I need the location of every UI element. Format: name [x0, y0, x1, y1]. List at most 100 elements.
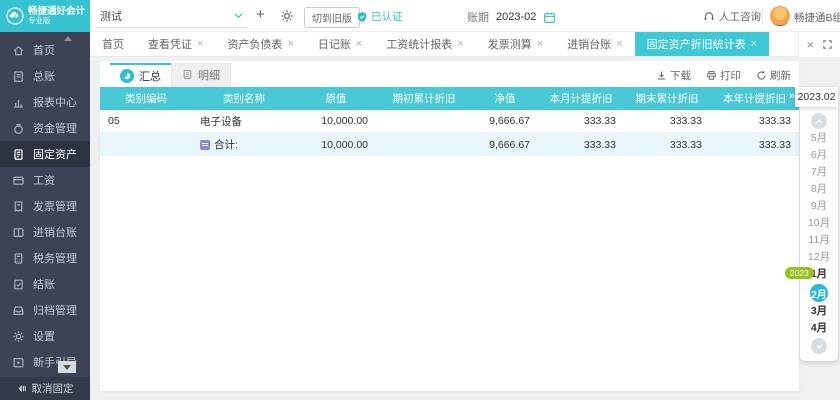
close-icon[interactable]: × [616, 38, 622, 50]
sidebar-item-settings[interactable]: 设置 [0, 323, 90, 349]
col-header[interactable]: 期末累计折旧 [624, 91, 710, 106]
topbar-divider [762, 8, 763, 24]
col-header[interactable]: 本月计提折旧 [538, 91, 624, 106]
refresh-button[interactable]: 刷新 [756, 68, 791, 83]
months-scroll-down-icon[interactable] [811, 338, 827, 354]
table-header: 类别编码 类别名称 原值 期初累计折旧 净值 本月计提折旧 期末累计折旧 本年计… [100, 87, 799, 110]
home-icon [12, 44, 25, 57]
accounting-period[interactable]: 账期 2023-02 [467, 9, 556, 25]
close-icon[interactable]: × [537, 38, 543, 50]
archive-icon [12, 304, 25, 317]
col-header[interactable]: 类别名称 [192, 91, 296, 106]
tab-balance-sheet[interactable]: 资产负债表× [215, 32, 305, 56]
app-logo: 畅捷通好会计 专业版 [0, 0, 90, 32]
tab-journal[interactable]: 日记账× [306, 32, 374, 56]
print-button[interactable]: 打印 [706, 68, 741, 83]
tab-summary[interactable]: 汇总 [110, 63, 171, 87]
sidebar-item-archive[interactable]: 归档管理 [0, 297, 90, 323]
month-item[interactable]: 7月 [811, 164, 827, 181]
months-scroll-up-icon[interactable] [811, 113, 827, 129]
close-icon[interactable]: × [197, 38, 203, 50]
close-icon[interactable]: × [356, 38, 362, 50]
tab-depreciation-report[interactable]: 固定资产折旧统计表× [635, 32, 769, 56]
topbar: 畅捷通好会计 专业版 测试 + 切到旧版 已认证 账期 2023-02 人工咨询… [0, 0, 840, 32]
invoice-icon [12, 200, 25, 213]
sidebar-scroll-down-icon[interactable] [58, 361, 76, 373]
report-card: 汇总 明细 下载 打印 刷新 类别编码 类别名称 [100, 61, 799, 391]
main-content: 汇总 明细 下载 打印 刷新 类别编码 类别名称 [90, 57, 840, 400]
switch-old-version-button[interactable]: 切到旧版 [304, 7, 360, 28]
tab-invoice-calc[interactable]: 发票测算× [476, 32, 555, 56]
user-avatar[interactable] [770, 6, 790, 26]
gear-icon[interactable] [280, 9, 294, 28]
month-item[interactable]: 8月 [811, 181, 827, 198]
user-name[interactable]: 畅捷通B组... [794, 10, 840, 25]
table-row[interactable]: 05 电子设备 10,000.00 9,666.67 333.33 333.33… [100, 110, 799, 133]
report-toolbar: 下载 打印 刷新 [656, 68, 791, 83]
sidebar-item-beginner-guide[interactable]: 新手引导 [0, 349, 90, 375]
download-button[interactable]: 下载 [656, 68, 691, 83]
sidebar-item-closing[interactable]: 结账 [0, 271, 90, 297]
close-icon[interactable]: × [457, 38, 463, 50]
unpin-sidebar-button[interactable]: 取消固定 [0, 377, 90, 400]
sidebar: 首页 总账 报表中心 资金管理 固定资产 工资 发票管理 进销台账 [0, 32, 90, 377]
download-icon [656, 70, 667, 81]
table-total-row: 合计: 10,000.00 9,666.67 333.33 333.33 333… [100, 133, 799, 156]
tab-view-voucher[interactable]: 查看凭证× [136, 32, 215, 56]
close-icon[interactable]: × [287, 38, 293, 50]
col-header[interactable]: 本年计提折旧 [710, 91, 799, 106]
month-item[interactable]: 10月 [808, 215, 830, 232]
month-picker-rail: 5月 6月 7月 8月 9月 10月 11月 12月 2023 1月 2月 3月… [800, 107, 838, 361]
certified-badge[interactable]: 已认证 [356, 9, 403, 24]
certified-label: 已认证 [371, 9, 403, 24]
tab-detail[interactable]: 明细 [171, 63, 231, 87]
account-name: 测试 [100, 8, 122, 24]
live-support[interactable]: 人工咨询 [703, 9, 761, 24]
sidebar-item-home[interactable]: 首页 [0, 37, 90, 63]
refresh-icon [756, 70, 767, 81]
close-icon[interactable]: × [751, 38, 757, 50]
tab-purchase-sales[interactable]: 进销台账× [555, 32, 634, 56]
current-period-box[interactable]: 2023.02 [795, 87, 838, 107]
unpin-icon [17, 383, 28, 394]
chevron-down-icon [233, 10, 244, 21]
tax-icon [12, 252, 25, 265]
support-label: 人工咨询 [719, 9, 761, 24]
sidebar-item-fixed-assets[interactable]: 固定资产 [0, 141, 90, 167]
month-item[interactable]: 6月 [811, 147, 827, 164]
month-item-selected[interactable]: 2月 [810, 284, 828, 302]
sidebar-item-salary[interactable]: 工资 [0, 167, 90, 193]
cloud-logo-icon [6, 7, 24, 25]
col-header[interactable]: 原值 [296, 91, 376, 106]
tab-salary-report[interactable]: 工资统计报表× [374, 32, 475, 56]
sidebar-item-general-ledger[interactable]: 总账 [0, 63, 90, 89]
sidebar-item-purchase-sales[interactable]: 进销台账 [0, 219, 90, 245]
sidebar-item-invoice[interactable]: 发票管理 [0, 193, 90, 219]
col-header[interactable]: 期初累计折旧 [376, 91, 472, 106]
col-header[interactable]: 净值 [472, 91, 538, 106]
month-item[interactable]: 11月 [808, 232, 829, 249]
sidebar-item-funds[interactable]: 资金管理 [0, 115, 90, 141]
add-account-button[interactable]: + [256, 6, 265, 23]
month-item[interactable]: 4月 [811, 320, 827, 337]
close-tabs-icon[interactable]: × [806, 37, 814, 52]
sidebar-item-report-center[interactable]: 报表中心 [0, 89, 90, 115]
month-item[interactable]: 12月 [808, 249, 830, 266]
period-label: 账期 [467, 9, 489, 25]
logo-subtitle: 专业版 [28, 17, 85, 25]
summary-pie-icon [120, 69, 134, 83]
account-selector[interactable]: 测试 [96, 4, 248, 28]
month-item[interactable]: 5月 [811, 130, 827, 147]
calendar-icon[interactable] [543, 11, 556, 24]
month-item[interactable]: 9月 [811, 198, 827, 215]
fullscreen-icon[interactable] [822, 39, 833, 50]
document-tabbar: 首页 查看凭证× 资产负债表× 日记账× 工资统计报表× 发票测算× 进销台账×… [90, 32, 840, 57]
closing-icon [12, 278, 25, 291]
salary-icon [12, 174, 25, 187]
sidebar-item-tax[interactable]: 税务管理 [0, 245, 90, 271]
funds-icon [12, 122, 25, 135]
tab-home[interactable]: 首页 [90, 32, 136, 56]
sidebar-scroll-up-icon[interactable] [64, 36, 72, 41]
col-header[interactable]: 类别编码 [100, 91, 192, 106]
month-item[interactable]: 3月 [811, 303, 827, 320]
